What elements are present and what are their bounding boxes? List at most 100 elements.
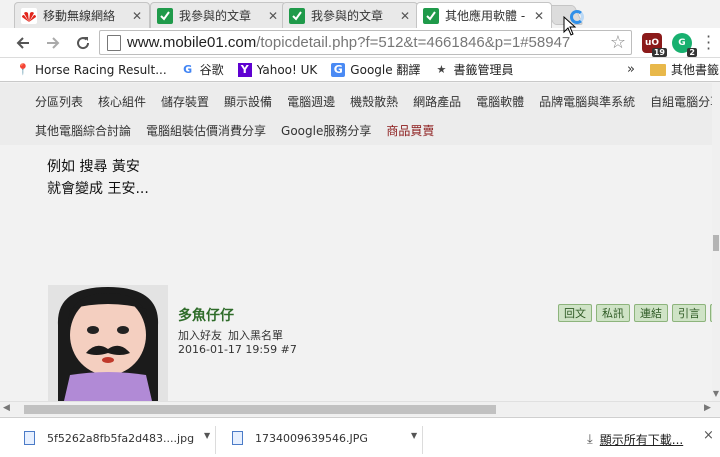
arrow-right-icon <box>47 37 60 49</box>
category-link[interactable]: 電腦週邊 <box>287 93 335 110</box>
show-all-downloads-link[interactable]: ⤓ 顯示所有下載... <box>587 431 683 448</box>
bookmark-manager[interactable]: ★ 書籤管理員 <box>434 61 514 78</box>
page-content: 分區列表 核心組件 儲存裝置 顯示設備 電腦週邊 機殼散熱 網路產品 電腦軟體 品牌電腦與準系統… <box>0 83 720 401</box>
mobile01-icon <box>289 7 305 24</box>
category-nav-row-1: 分區列表 核心組件 儲存裝置 顯示設備 電腦週邊 機殼散熱 網路產品 電腦軟體 品牌電腦與準系統… <box>35 93 720 110</box>
divider <box>422 426 423 454</box>
mobile01-icon <box>423 7 439 24</box>
pin-icon: 📍 <box>16 63 30 76</box>
scroll-right-icon[interactable]: ▶ <box>704 403 711 413</box>
close-icon[interactable]: ✕ <box>399 9 411 23</box>
vertical-scroll-thumb[interactable] <box>713 235 719 251</box>
bookmark-label: Horse Racing Result... <box>35 62 167 77</box>
category-link[interactable]: 其他電腦綜合討論 <box>35 122 131 139</box>
back-button[interactable] <box>12 32 34 54</box>
close-icon[interactable]: ✕ <box>267 9 279 23</box>
image-file-icon <box>24 431 35 445</box>
post-actions: 回文 私訊 連結 引言 <box>558 304 720 322</box>
image-file-icon <box>232 431 243 445</box>
grammarly-badge: 2 <box>687 48 697 57</box>
url-domain: www.mobile01.com <box>127 34 257 51</box>
category-link[interactable]: 自組電腦分享 <box>650 93 720 110</box>
category-link[interactable]: 商品買賣 <box>386 122 434 139</box>
google-translate-icon: G <box>331 62 346 77</box>
arrow-left-icon <box>16 37 29 49</box>
close-icon[interactable]: ✕ <box>131 9 143 23</box>
tab-title: 我參與的文章 <box>311 9 384 23</box>
reply-button[interactable]: 回文 <box>558 304 592 322</box>
close-icon[interactable]: × <box>703 428 714 443</box>
bookmark-horse-racing[interactable]: 📍 Horse Racing Result... <box>16 63 167 77</box>
bookmark-label: Google 翻譯 <box>350 63 421 77</box>
horizontal-scroll-thumb[interactable] <box>24 405 496 414</box>
mobile01-icon <box>157 7 173 24</box>
url-text[interactable]: www.mobile01.com/topicdetail.php?f=512&t… <box>127 34 570 51</box>
tab-2[interactable]: 我參與的文章 ✕ <box>282 2 418 28</box>
divider <box>215 426 216 454</box>
grammarly-icon[interactable]: G2 <box>672 33 697 57</box>
download-shelf: 5f5262a8fb5fa2d483....jpg ▼ 173400963954… <box>0 417 720 457</box>
bookmark-label: 書籤管理員 <box>453 63 514 77</box>
other-bookmarks-folder[interactable]: 其他書籤 <box>650 61 719 78</box>
category-link[interactable]: Google服務分享 <box>281 122 371 139</box>
vertical-scrollbar[interactable]: ▼ <box>712 83 720 401</box>
bookmark-yahoo[interactable]: Y Yahoo! UK <box>237 62 317 77</box>
yahoo-icon: Y <box>237 62 252 77</box>
download-filename: 1734009639546.JPG <box>255 431 368 445</box>
bookmark-star-icon[interactable]: ☆ <box>607 32 629 53</box>
tab-0[interactable]: 移動無線網絡 ✕ <box>14 2 150 28</box>
address-bar[interactable]: www.mobile01.com/topicdetail.php?f=512&t… <box>99 30 632 55</box>
add-blacklist-link[interactable]: 加入黑名單 <box>228 329 283 342</box>
google-icon: G <box>183 63 193 76</box>
scroll-left-icon[interactable]: ◀ <box>3 403 10 413</box>
tab-title: 其他應用軟體 - <box>445 9 526 23</box>
category-link[interactable]: 核心組件 <box>98 93 146 110</box>
add-friend-link[interactable]: 加入好友 <box>178 329 222 342</box>
tab-3[interactable]: 其他應用軟體 - ✕ <box>416 2 552 28</box>
message-button[interactable]: 私訊 <box>596 304 630 322</box>
bookmark-google-translate[interactable]: G Google 翻譯 <box>331 61 420 78</box>
scroll-down-icon[interactable]: ▼ <box>712 389 720 401</box>
category-link[interactable]: 網路產品 <box>413 93 461 110</box>
chevron-down-icon[interactable]: ▼ <box>411 431 417 440</box>
category-nav-row-2: 其他電腦綜合討論 電腦組裝估價消費分享 Google服務分享 商品買賣 <box>35 122 449 139</box>
chevron-down-icon[interactable]: ▼ <box>204 431 210 440</box>
category-link[interactable]: 分區列表 <box>35 93 83 110</box>
category-link[interactable]: 顯示設備 <box>224 93 272 110</box>
bookmark-label: 谷歌 <box>199 63 224 77</box>
avatar[interactable] <box>48 285 168 401</box>
ublock-icon[interactable]: uO 19 <box>642 33 667 57</box>
menu-icon[interactable]: · · · <box>706 29 712 57</box>
post-date: 2016-01-17 19:59 <box>178 343 278 356</box>
category-link[interactable]: 儲存裝置 <box>161 93 209 110</box>
horizontal-scrollbar[interactable]: ◀ ▶ <box>0 401 720 416</box>
page-icon <box>107 34 121 51</box>
category-link[interactable]: 品牌電腦與準系統 <box>539 93 635 110</box>
download-icon: ⤓ <box>587 432 593 447</box>
show-all-label: 顯示所有下載... <box>599 433 684 447</box>
reload-icon <box>77 37 90 50</box>
avatar-image <box>48 285 168 401</box>
bookmark-google[interactable]: G 谷歌 <box>181 61 224 78</box>
folder-icon <box>650 63 666 76</box>
post-line: 就會變成 王安... <box>47 181 149 197</box>
post-floor: #7 <box>280 343 297 356</box>
close-icon[interactable]: ✕ <box>533 9 545 23</box>
quote-button[interactable]: 引言 <box>672 304 706 322</box>
bookmarks-overflow-chevron-icon[interactable]: » <box>627 62 635 77</box>
forward-button[interactable] <box>42 32 64 54</box>
download-item[interactable]: 5f5262a8fb5fa2d483....jpg <box>24 426 194 450</box>
browser-toolbar: www.mobile01.com/topicdetail.php?f=512&t… <box>0 28 720 58</box>
category-link[interactable]: 電腦軟體 <box>476 93 524 110</box>
category-link[interactable]: 電腦組裝估價消費分享 <box>146 122 266 139</box>
tab-title: 移動無線網絡 <box>43 9 116 23</box>
bookmarks-bar: 📍 Horse Racing Result... G 谷歌 Y Yahoo! U… <box>0 58 720 82</box>
tab-1[interactable]: 我參與的文章 ✕ <box>150 2 286 28</box>
reload-button[interactable] <box>72 32 94 54</box>
ublock-badge: 19 <box>651 48 667 57</box>
category-link[interactable]: 機殼散熱 <box>350 93 398 110</box>
link-button[interactable]: 連結 <box>634 304 668 322</box>
author-name[interactable]: 多魚仔仔 <box>178 305 234 325</box>
download-item[interactable]: 1734009639546.JPG <box>232 426 368 450</box>
post-line: 例如 搜尋 黃安 <box>47 159 140 175</box>
